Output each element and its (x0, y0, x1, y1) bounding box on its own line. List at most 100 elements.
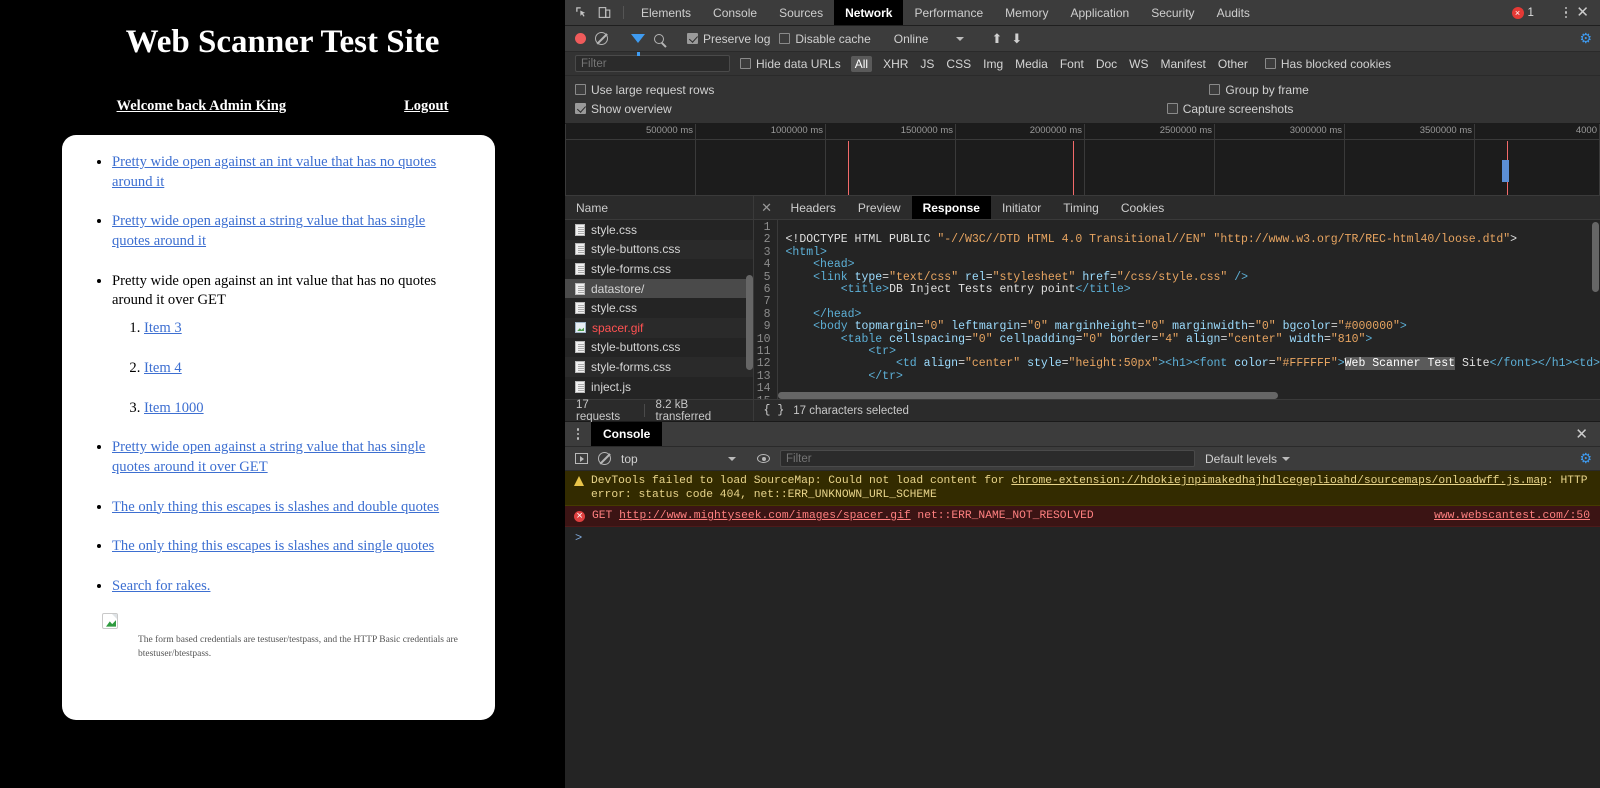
filter-input[interactable] (575, 55, 730, 72)
record-button[interactable] (575, 33, 586, 44)
show-overview-checkbox[interactable] (575, 103, 586, 114)
execution-context-icon[interactable] (575, 453, 588, 464)
link-escapes-single-quotes[interactable]: The only thing this escapes is slashes a… (112, 538, 434, 554)
preserve-log-toggle[interactable]: Preserve log (687, 32, 770, 46)
execution-context-select[interactable]: top (621, 452, 736, 466)
tab-security[interactable]: Security (1140, 0, 1205, 25)
request-list-scrollbar[interactable] (746, 275, 753, 370)
tab-memory[interactable]: Memory (994, 0, 1059, 25)
tab-audits[interactable]: Audits (1206, 0, 1261, 25)
link-search-rakes[interactable]: Search for rakes. (112, 578, 210, 594)
tab-sources[interactable]: Sources (768, 0, 834, 25)
table-row[interactable]: style.css (565, 298, 753, 318)
filter-type-css[interactable]: CSS (945, 57, 972, 71)
capture-screenshots-checkbox[interactable] (1167, 103, 1178, 114)
settings-gear-icon[interactable]: ⚙ (1579, 30, 1592, 47)
throttling-select[interactable]: Online (894, 32, 965, 46)
import-har-icon[interactable]: ⬆ (991, 31, 1002, 47)
tab-network[interactable]: Network (834, 0, 903, 25)
link-item-3[interactable]: Item 3 (144, 320, 182, 336)
error-source-link[interactable]: www.webscantest.com/:50 (1422, 509, 1590, 523)
table-row[interactable]: inject.js (565, 377, 753, 397)
more-options-icon[interactable] (1565, 7, 1568, 19)
hide-data-urls-checkbox[interactable] (740, 58, 751, 69)
capture-screenshots-toggle[interactable]: Capture screenshots (1167, 102, 1294, 116)
request-list[interactable]: style.css style-buttons.css style-forms.… (565, 220, 753, 399)
tab-preview[interactable]: Preview (847, 196, 912, 219)
search-icon[interactable] (654, 34, 664, 44)
table-row[interactable]: style-buttons.css (565, 240, 753, 260)
sourcemap-link[interactable]: chrome-extension://hdokiejnpimakedhajhdl… (1011, 475, 1547, 487)
disable-cache-toggle[interactable]: Disable cache (779, 32, 870, 46)
tab-cookies[interactable]: Cookies (1110, 196, 1175, 219)
tab-performance[interactable]: Performance (903, 0, 994, 25)
overview-selected-band[interactable] (1502, 160, 1509, 182)
device-toolbar-icon[interactable] (598, 6, 611, 19)
filter-type-img[interactable]: Img (982, 57, 1004, 71)
tab-elements[interactable]: Elements (630, 0, 702, 25)
filter-type-media[interactable]: Media (1014, 57, 1049, 71)
tab-console[interactable]: Console (702, 0, 768, 25)
group-by-frame-toggle[interactable]: Group by frame (1209, 83, 1308, 97)
use-large-request-rows-toggle[interactable]: Use large request rows (575, 83, 714, 97)
table-row[interactable]: style-forms.css (565, 357, 753, 377)
network-overview[interactable]: 500000 ms 1000000 ms 1500000 ms 2000000 … (565, 124, 1600, 196)
response-horizontal-scrollbar[interactable] (778, 392, 1278, 399)
logout-link[interactable]: Logout (404, 98, 448, 115)
hide-data-urls-toggle[interactable]: Hide data URLs (740, 57, 841, 71)
welcome-link[interactable]: Welcome back Admin King (117, 98, 287, 115)
clear-console-button[interactable] (598, 452, 611, 465)
filter-type-ws[interactable]: WS (1128, 57, 1149, 71)
close-devtools-icon[interactable]: ✕ (1576, 5, 1589, 20)
link-string-single-quotes[interactable]: Pretty wide open against a string value … (112, 213, 425, 249)
tab-response[interactable]: Response (912, 196, 991, 219)
tab-console-drawer[interactable]: Console (591, 422, 662, 446)
filter-type-manifest[interactable]: Manifest (1160, 57, 1207, 71)
preserve-log-checkbox[interactable] (687, 33, 698, 44)
error-count-badge[interactable]: × 1 (1512, 7, 1534, 19)
use-large-request-rows-checkbox[interactable] (575, 84, 586, 95)
table-row[interactable]: style.css (565, 220, 753, 240)
has-blocked-cookies-checkbox[interactable] (1265, 58, 1276, 69)
table-row-selected[interactable]: datastore/ (565, 279, 753, 299)
clear-button[interactable] (595, 32, 608, 45)
response-source-code[interactable]: <!DOCTYPE HTML PUBLIC "-//W3C//DTD HTML … (778, 220, 1600, 399)
link-escapes-double-quotes[interactable]: The only thing this escapes is slashes a… (112, 499, 439, 515)
filter-type-font[interactable]: Font (1059, 57, 1085, 71)
console-filter-input[interactable] (780, 450, 1195, 467)
console-prompt[interactable]: > (565, 527, 1600, 549)
table-row[interactable]: spacer.gif (565, 318, 753, 338)
link-item-1000[interactable]: Item 1000 (144, 400, 204, 416)
filter-icon[interactable] (631, 34, 645, 43)
pretty-print-icon[interactable]: { } (764, 404, 785, 417)
filter-type-other[interactable]: Other (1217, 57, 1249, 71)
tab-timing[interactable]: Timing (1052, 196, 1110, 219)
tab-initiator[interactable]: Initiator (991, 196, 1052, 219)
failed-request-link[interactable]: http://www.mightyseek.com/images/spacer.… (619, 510, 911, 522)
filter-type-js[interactable]: JS (919, 57, 935, 71)
close-drawer-icon[interactable]: ✕ (1575, 422, 1600, 446)
show-overview-toggle[interactable]: Show overview (575, 102, 672, 116)
group-by-frame-checkbox[interactable] (1209, 84, 1220, 95)
response-vertical-scrollbar[interactable] (1592, 222, 1599, 292)
console-error-message[interactable]: GET http://www.mightyseek.com/images/spa… (565, 506, 1600, 527)
response-body-view[interactable]: 1 2 3 4 5 6 7 8 9 10 11 12 13 14 15 <!DO… (754, 220, 1600, 399)
tab-headers[interactable]: Headers (780, 196, 847, 219)
disable-cache-checkbox[interactable] (779, 33, 790, 44)
has-blocked-cookies-toggle[interactable]: Has blocked cookies (1265, 57, 1391, 71)
export-har-icon[interactable]: ⬇ (1011, 31, 1022, 47)
link-string-single-quotes-get[interactable]: Pretty wide open against a string value … (112, 439, 425, 475)
console-warning-message[interactable]: DevTools failed to load SourceMap: Could… (565, 471, 1600, 506)
log-levels-select[interactable]: Default levels (1205, 452, 1290, 466)
table-row[interactable]: style-forms.css (565, 259, 753, 279)
tab-application[interactable]: Application (1059, 0, 1140, 25)
filter-type-all[interactable]: All (851, 56, 872, 72)
table-row[interactable]: style-buttons.css (565, 338, 753, 358)
link-int-no-quotes[interactable]: Pretty wide open against an int value th… (112, 154, 436, 190)
drawer-more-icon[interactable] (565, 422, 591, 446)
link-item-4[interactable]: Item 4 (144, 360, 182, 376)
filter-type-doc[interactable]: Doc (1095, 57, 1118, 71)
filter-type-xhr[interactable]: XHR (882, 57, 909, 71)
live-expression-icon[interactable] (757, 454, 770, 463)
console-settings-gear-icon[interactable]: ⚙ (1579, 450, 1592, 467)
